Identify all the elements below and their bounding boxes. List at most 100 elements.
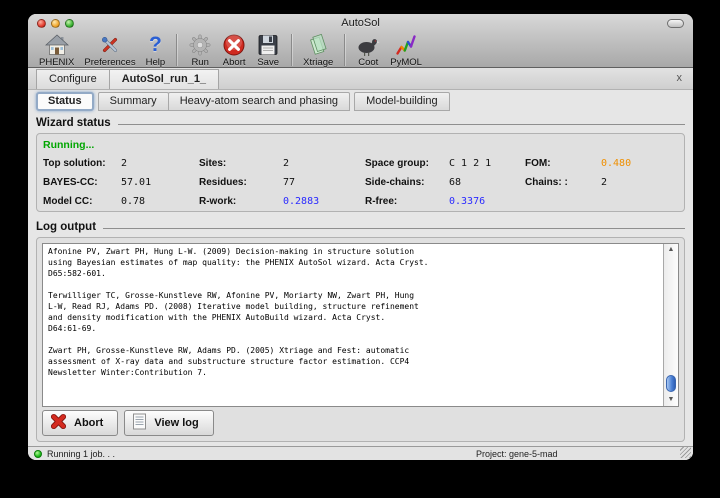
field-value: 2	[121, 158, 199, 169]
field-value: 57.01	[121, 177, 199, 188]
field-value: 0.78	[121, 196, 199, 207]
log-output-header: Log output	[36, 221, 685, 233]
coot-bird-icon	[356, 33, 380, 57]
field-label: Space group:	[365, 158, 449, 169]
abort-red-x-icon	[222, 33, 246, 57]
toolbar-label: Save	[257, 57, 279, 68]
resize-grip[interactable]	[680, 447, 691, 458]
field-label: Sites:	[199, 158, 283, 169]
view-log-button[interactable]: View log	[124, 410, 213, 436]
job-running-indicator-icon	[34, 450, 42, 458]
field-label: Side-chains:	[365, 177, 449, 188]
help-question-icon: ?	[149, 33, 162, 57]
abort-x-icon	[50, 413, 67, 433]
toolbar-label: PHENIX	[39, 57, 74, 68]
tab-model-building[interactable]: Model-building	[354, 92, 450, 111]
scrollbar-thumb[interactable]	[666, 375, 676, 392]
log-scrollbar[interactable]: ▲ ▼	[663, 244, 678, 406]
toolbar-separator	[291, 34, 292, 66]
status-page: Wizard status Running... Top solution: 2…	[28, 111, 693, 442]
tab-configure[interactable]: Configure	[36, 69, 110, 89]
project-label: Project: gene-5-mad	[476, 449, 558, 459]
toolbar-toggle-button[interactable]	[667, 19, 684, 28]
view-log-button-label: View log	[154, 417, 198, 429]
field-label: R-work:	[199, 196, 283, 207]
field-value-rwork: 0.2883	[283, 196, 365, 207]
log-text: Afonine PV, Zwart PH, Hung L-W. (2009) D…	[43, 244, 663, 406]
field-value: 77	[283, 177, 365, 188]
toolbar-separator	[344, 34, 345, 66]
field-value: 68	[449, 177, 525, 188]
toolbar-label: Coot	[358, 57, 378, 68]
view-tab-bar: Status Summary Heavy-atom search and pha…	[28, 90, 693, 111]
toolbar-label: Run	[191, 57, 208, 68]
autosol-window: AutoSol PHENIX	[28, 14, 693, 460]
field-label: FOM:	[525, 158, 601, 169]
zoom-window-button[interactable]	[65, 19, 74, 28]
header-rule	[103, 228, 685, 229]
field-value: 2	[283, 158, 365, 169]
tab-heavy-atom-search[interactable]: Heavy-atom search and phasing	[168, 92, 350, 111]
log-output-panel: Afonine PV, Zwart PH, Hung L-W. (2009) D…	[36, 237, 685, 442]
scroll-down-icon[interactable]: ▼	[664, 394, 678, 406]
toolbar-label: PyMOL	[390, 57, 422, 68]
log-button-row: Abort View	[42, 410, 679, 436]
scroll-up-icon[interactable]: ▲	[664, 244, 678, 256]
run-gear-icon	[188, 33, 212, 57]
header-rule	[118, 124, 685, 125]
tab-autosol-run-1[interactable]: AutoSol_run_1_	[109, 69, 219, 89]
document-tab-bar: Configure AutoSol_run_1_ x	[28, 68, 693, 90]
close-tab-icon[interactable]: x	[674, 72, 686, 85]
field-label: BAYES-CC:	[43, 177, 121, 188]
running-status-text: Running...	[43, 139, 678, 154]
save-floppy-icon	[256, 33, 280, 57]
toolbar-item-xtriage[interactable]: Xtriage	[298, 33, 338, 68]
field-label: Chains: :	[525, 177, 601, 188]
xtriage-crystal-icon	[306, 33, 330, 57]
toolbar-item-phenix[interactable]: PHENIX	[34, 33, 79, 68]
wizard-status-header: Wizard status	[36, 117, 685, 129]
toolbar-item-save[interactable]: Save	[251, 33, 285, 68]
toolbar-item-abort[interactable]: Abort	[217, 33, 251, 68]
phenix-house-icon	[45, 33, 69, 57]
toolbar-separator	[176, 34, 177, 66]
field-value: C 1 2 1	[449, 158, 525, 169]
toolbar-item-run[interactable]: Run	[183, 33, 217, 68]
field-value-rfree: 0.3376	[449, 196, 525, 207]
log-output-heading: Log output	[36, 221, 96, 233]
tab-summary[interactable]: Summary	[98, 92, 169, 111]
toolbar-item-coot[interactable]: Coot	[351, 33, 385, 68]
status-grid: Top solution: 2 Sites: 2 Space group: C …	[43, 154, 678, 211]
toolbar-label: Xtriage	[303, 57, 333, 68]
field-label: Top solution:	[43, 158, 121, 169]
traffic-lights	[37, 19, 74, 28]
field-value-fom: 0.480	[601, 158, 678, 169]
minimize-window-button[interactable]	[51, 19, 60, 28]
window-title: AutoSol	[28, 14, 693, 32]
field-label: R-free:	[365, 196, 449, 207]
status-bar: Running 1 job. . . Project: gene-5-mad	[28, 446, 693, 460]
toolbar-item-help[interactable]: ? Help	[141, 33, 171, 68]
title-bar[interactable]: AutoSol	[28, 14, 693, 32]
toolbar-item-pymol[interactable]: PyMOL	[385, 33, 427, 68]
close-window-button[interactable]	[37, 19, 46, 28]
wizard-status-heading: Wizard status	[36, 117, 111, 129]
toolbar-label: Preferences	[84, 57, 135, 68]
log-text-area[interactable]: Afonine PV, Zwart PH, Hung L-W. (2009) D…	[42, 243, 679, 407]
field-label: Residues:	[199, 177, 283, 188]
field-label: Model CC:	[43, 196, 121, 207]
field-value: 2	[601, 177, 678, 188]
toolbar-item-preferences[interactable]: Preferences	[79, 33, 140, 68]
pymol-ribbon-icon	[394, 33, 418, 57]
abort-button-label: Abort	[74, 417, 103, 429]
window-chrome: AutoSol PHENIX	[28, 14, 693, 68]
preferences-tools-icon	[98, 33, 122, 57]
wizard-status-panel: Running... Top solution: 2 Sites: 2 Spac…	[36, 133, 685, 212]
toolbar-label: Abort	[223, 57, 246, 68]
toolbar-label: Help	[146, 57, 166, 68]
tab-status[interactable]: Status	[36, 92, 94, 111]
toolbar: PHENIX Preferences	[28, 32, 693, 68]
log-document-icon	[132, 413, 147, 433]
abort-button[interactable]: Abort	[42, 410, 118, 436]
job-status-text: Running 1 job. . .	[47, 449, 115, 459]
